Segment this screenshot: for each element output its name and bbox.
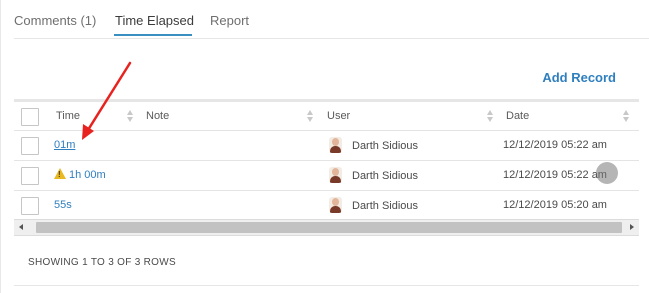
annotation-arrow-icon <box>82 61 132 140</box>
mouse-cursor-indicator <box>596 162 618 184</box>
